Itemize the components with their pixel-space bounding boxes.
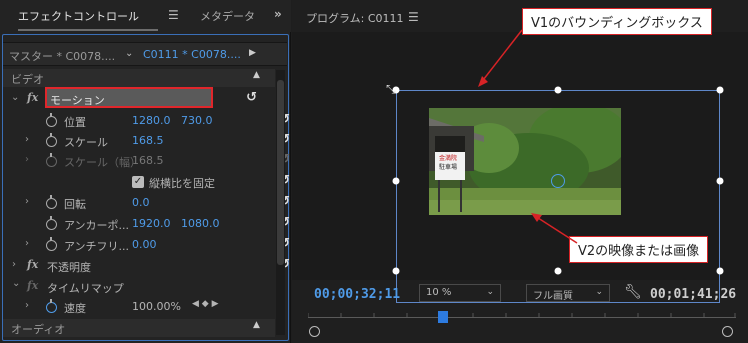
- tab-metadata[interactable]: メタデータ: [200, 8, 255, 24]
- speed-value[interactable]: 100.00%: [132, 300, 181, 313]
- param-row-speed: › 速度 100.00% ◀ ◆ ▶: [3, 297, 275, 318]
- current-timecode[interactable]: 00;00;32;11: [314, 287, 400, 302]
- fx-icon: fx: [27, 279, 39, 292]
- stopwatch-icon[interactable]: [46, 299, 57, 313]
- scale-label: スケール: [64, 136, 108, 149]
- panel-tab-bar: エフェクトコントロール ☰ メタデータ »: [0, 0, 291, 32]
- param-row-rotation: › 回転 0.0 ↺: [3, 193, 290, 214]
- duration-timecode: 00;01;41;26: [650, 287, 737, 302]
- chevron-right-icon[interactable]: ›: [25, 196, 29, 207]
- section-video-label: ビデオ: [11, 73, 44, 86]
- stopwatch-icon[interactable]: [46, 195, 57, 209]
- position-label: 位置: [64, 116, 86, 129]
- scale-value[interactable]: 168.5: [132, 134, 164, 147]
- time-remap-label: タイムリマップ: [47, 282, 124, 295]
- opacity-label: 不透明度: [47, 261, 91, 274]
- param-row-scale: › スケール 168.5 ↺: [3, 131, 290, 152]
- anchor-x-value[interactable]: 1920.0: [132, 217, 171, 230]
- rotation-label: 回転: [64, 198, 86, 211]
- chevron-right-icon: ›: [25, 154, 29, 165]
- collapse-up-icon[interactable]: ▲: [253, 70, 260, 80]
- scale-width-label: スケール（幅）: [64, 156, 141, 169]
- chevron-down-icon[interactable]: ⌄: [125, 48, 133, 59]
- chevron-right-icon[interactable]: ›: [25, 134, 29, 145]
- param-row-scale-width: › スケール（幅） 168.5 ↺: [3, 151, 290, 172]
- scrollbar[interactable]: [276, 70, 285, 335]
- quality-value: フル画質: [533, 291, 573, 302]
- param-row-uniform-scale: ✓ 縦横比を固定 ↺: [3, 172, 290, 193]
- scale-width-value: 168.5: [132, 154, 164, 167]
- source-master-label[interactable]: マスター * C0078....: [9, 48, 115, 64]
- stopwatch-icon[interactable]: [46, 113, 57, 127]
- quality-select[interactable]: フル画質 ⌄: [526, 284, 610, 302]
- uniform-scale-label: 縦横比を固定: [149, 177, 215, 190]
- motion-effect-highlight[interactable]: モーション: [45, 87, 213, 108]
- source-clip-label[interactable]: C0111 * C0078....: [143, 48, 241, 61]
- fx-icon[interactable]: fx: [27, 258, 38, 271]
- playhead[interactable]: [438, 311, 448, 323]
- panel-overflow-icon[interactable]: »: [274, 7, 282, 21]
- antiflicker-label: アンチフリ...: [64, 240, 130, 253]
- section-audio: オーディオ ▲: [3, 319, 275, 337]
- stopwatch-icon: [46, 153, 57, 167]
- param-row-anchor: アンカーポ... 1920.0 1080.0 ↺: [3, 214, 290, 235]
- anchor-y-value[interactable]: 1080.0: [181, 217, 220, 230]
- collapse-up-icon[interactable]: ▲: [253, 320, 260, 330]
- chevron-right-icon[interactable]: ›: [12, 259, 16, 270]
- chevron-right-icon[interactable]: ›: [25, 238, 29, 249]
- source-bar: マスター * C0078.... ⌄ C0111 * C0078.... ▶: [3, 42, 287, 66]
- program-monitor-panel: プログラム: C0111 ☰ ⤡ 金満院 駐車場 V1のバウンディングボックス …: [292, 0, 748, 343]
- effect-controls-panel: エフェクトコントロール ☰ メタデータ » マスター * C0078.... ⌄…: [0, 0, 291, 343]
- param-row-antiflicker: › アンチフリ... 0.00 ↺: [3, 235, 290, 256]
- motion-label: モーション: [50, 94, 105, 107]
- scrollbar-thumb[interactable]: [277, 80, 284, 265]
- antiflicker-value[interactable]: 0.00: [132, 238, 157, 251]
- chevron-expanded-icon[interactable]: ⌄: [11, 92, 19, 103]
- stopwatch-icon[interactable]: [46, 216, 57, 230]
- reset-icon[interactable]: ↺: [246, 90, 257, 105]
- in-point-knob[interactable]: [309, 326, 320, 337]
- stopwatch-icon[interactable]: [46, 237, 57, 251]
- stopwatch-icon[interactable]: [46, 133, 57, 147]
- position-x-value[interactable]: 1280.0: [132, 114, 171, 127]
- anchor-label: アンカーポ...: [64, 219, 130, 232]
- tab-effect-controls[interactable]: エフェクトコントロール: [18, 8, 139, 24]
- chevron-right-icon[interactable]: ›: [25, 300, 29, 311]
- effect-row-opacity[interactable]: › fx 不透明度 ↺: [3, 256, 290, 277]
- param-row-position: 位置 1280.0 730.0 ↺: [3, 111, 290, 132]
- zoom-value: 10 %: [426, 287, 452, 298]
- uniform-scale-checkbox[interactable]: ✓: [132, 176, 144, 188]
- fx-icon[interactable]: fx: [27, 91, 38, 104]
- panel-menu-icon[interactable]: ☰: [168, 8, 179, 22]
- speed-label: 速度: [64, 302, 86, 315]
- play-triangle-icon[interactable]: ▶: [249, 48, 256, 58]
- position-y-value[interactable]: 730.0: [181, 114, 213, 127]
- section-video: ビデオ ▲: [3, 69, 275, 87]
- chevron-expanded-icon[interactable]: ⌄: [12, 278, 20, 289]
- chevron-down-icon: ⌄: [595, 287, 603, 297]
- effect-row-time-remap[interactable]: ⌄ fx タイムリマップ: [3, 277, 275, 298]
- chevron-down-icon: ⌄: [486, 287, 494, 297]
- rotation-value[interactable]: 0.0: [132, 196, 150, 209]
- ruler-ticks: [308, 313, 736, 317]
- out-point-knob[interactable]: [722, 326, 733, 337]
- zoom-select[interactable]: 10 % ⌄: [419, 284, 501, 302]
- section-audio-label: オーディオ: [11, 323, 66, 336]
- keyframe-nav-icon[interactable]: ◀ ◆ ▶: [192, 299, 219, 309]
- wrench-icon[interactable]: 🔧︎: [624, 284, 642, 300]
- active-tab-underline: [18, 29, 158, 31]
